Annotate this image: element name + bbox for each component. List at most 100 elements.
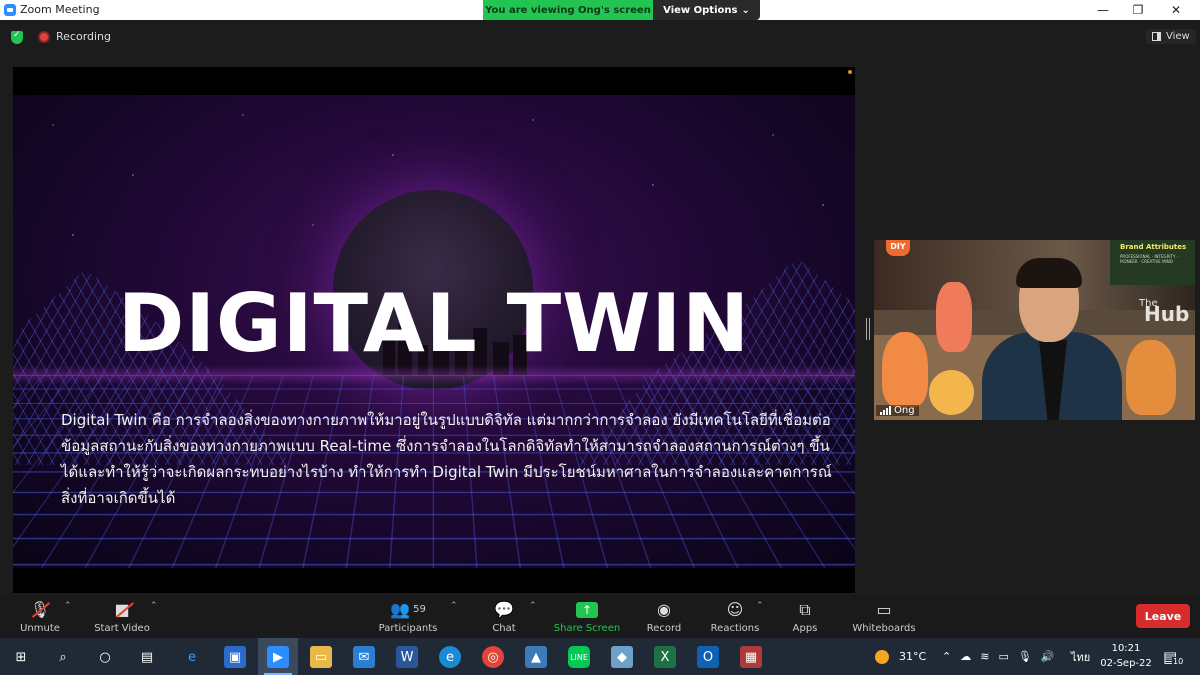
encryption-shield-icon[interactable] <box>11 30 23 44</box>
view-options-button[interactable]: View Options ⌄ <box>653 0 760 20</box>
background-text-hub: Hub <box>1144 302 1190 326</box>
file-explorer-icon[interactable]: ▭ <box>310 646 332 668</box>
close-button[interactable]: ✕ <box>1158 0 1194 20</box>
whiteboards-button[interactable]: ▭ Whiteboards <box>852 595 916 638</box>
photos-icon[interactable]: ▲ <box>525 646 547 668</box>
edge-icon[interactable]: e <box>439 646 461 668</box>
audio-options-chevron-icon[interactable]: ⌃ <box>64 601 72 611</box>
chat-options-chevron-icon[interactable]: ⌃ <box>529 601 537 611</box>
share-banner: You are viewing Ong's screen <box>483 0 653 20</box>
unmute-label: Unmute <box>20 622 60 634</box>
microsoft-store-icon[interactable]: ▣ <box>224 646 246 668</box>
windows-taskbar: ⊞ ⌕ ○ ▤ e ▣ ▶ ▭ ✉ W e ◎ ▲ LINE ◆ X O ▦ 3… <box>0 638 1200 675</box>
maximize-button[interactable]: ❐ <box>1120 0 1156 20</box>
resize-handle[interactable] <box>866 318 870 340</box>
board-title: Brand Attributes <box>1120 243 1187 251</box>
microphone-muted-icon: 🎙 <box>30 600 50 620</box>
search-icon[interactable]: ⌕ <box>52 646 74 668</box>
slide-body-text: Digital Twin คือ การจำลองสิ่งของทางกายภา… <box>61 411 832 507</box>
notes-app-icon[interactable]: ◆ <box>611 646 633 668</box>
chrome-icon[interactable]: ◎ <box>482 646 504 668</box>
share-screen-icon: ↑ <box>576 601 598 618</box>
presenter-indicator <box>848 70 852 74</box>
chevron-down-icon: ⌄ <box>741 4 750 16</box>
share-screen-label: Share Screen <box>553 622 621 634</box>
view-layout-icon <box>1152 32 1161 41</box>
app-title: Zoom Meeting <box>4 3 100 16</box>
mascot-figure <box>936 282 972 352</box>
video-camera-off-icon: ■ <box>114 600 135 620</box>
internet-explorer-icon[interactable]: e <box>181 646 203 668</box>
participants-button[interactable]: 👥 59 Participants <box>378 595 438 638</box>
leave-button[interactable]: Leave <box>1136 604 1190 628</box>
record-dot-icon <box>38 30 50 43</box>
zoom-logo-icon <box>4 3 16 16</box>
presenter-hair <box>1016 258 1082 288</box>
onedrive-icon[interactable]: ☁ <box>960 650 971 663</box>
whiteboard-icon: ▭ <box>876 600 892 619</box>
reactions-options-chevron-icon[interactable]: ⌃ <box>756 601 764 611</box>
show-hidden-icons-chevron-icon[interactable]: ⌃ <box>942 650 951 663</box>
wifi-icon[interactable]: ≋ <box>980 650 989 663</box>
clock-time: 10:21 <box>1111 643 1141 654</box>
weather-widget[interactable]: 31°C <box>875 638 926 675</box>
battery-icon[interactable]: ▭ <box>998 650 1008 663</box>
recording-indicator[interactable]: Recording <box>38 30 111 43</box>
unmute-button[interactable]: 🎙 Unmute <box>18 595 62 638</box>
whiteboards-label: Whiteboards <box>852 622 916 634</box>
mascot-figure <box>929 370 974 415</box>
participants-options-chevron-icon[interactable]: ⌃ <box>450 601 458 611</box>
temperature: 31°C <box>899 650 927 663</box>
notifications-button[interactable]: ▤ 10 <box>1163 638 1185 675</box>
window-title: Zoom Meeting <box>20 3 100 16</box>
window-title-bar: Zoom Meeting You are viewing Ong's scree… <box>0 0 1200 20</box>
recording-label: Recording <box>56 30 112 43</box>
participant-video[interactable]: Brand Attributes PROFESSIONAL · INTEGRIT… <box>874 240 1195 420</box>
reactions-emoji-icon: ☺ <box>726 600 744 619</box>
apps-button[interactable]: ⧉ Apps <box>788 595 822 638</box>
view-button[interactable]: View <box>1146 29 1196 44</box>
chat-label: Chat <box>492 622 516 634</box>
chat-button[interactable]: 💬 Chat <box>487 595 521 638</box>
participants-label: Participants <box>378 622 438 634</box>
line-icon[interactable]: LINE <box>568 646 590 668</box>
winrar-icon[interactable]: ▦ <box>740 646 762 668</box>
cortana-icon[interactable]: ○ <box>94 646 116 668</box>
input-language[interactable]: ไทย <box>1071 638 1090 675</box>
microphone-icon[interactable]: 🎙 <box>1018 650 1032 663</box>
minimize-button[interactable]: — <box>1085 0 1121 20</box>
outlook-icon[interactable]: O <box>697 646 719 668</box>
participants-icon: 👥 59 <box>390 600 426 619</box>
shared-screen: DIGITAL TWIN Digital Twin คือ การจำลองสิ… <box>13 67 855 593</box>
mail-icon[interactable]: ✉ <box>353 646 375 668</box>
record-button[interactable]: ◉ Record <box>644 595 684 638</box>
board-subtitle: PROFESSIONAL · INTEGRITY · PIONEER · CRE… <box>1120 254 1178 264</box>
start-video-button[interactable]: ■ Start Video <box>92 595 152 638</box>
notification-icon: ▤ 10 <box>1163 647 1185 666</box>
windows-start-icon[interactable]: ⊞ <box>10 646 32 668</box>
volume-icon[interactable]: 🔊 <box>1041 650 1055 663</box>
system-clock[interactable]: 10:21 02-Sep-22 <box>1098 641 1154 671</box>
mascot-figure <box>882 332 928 407</box>
slide: DIGITAL TWIN Digital Twin คือ การจำลองสิ… <box>13 95 855 568</box>
share-screen-button[interactable]: ↑ Share Screen <box>553 595 621 638</box>
start-video-label: Start Video <box>94 622 150 634</box>
task-view-icon[interactable]: ▤ <box>136 646 158 668</box>
zoom-taskbar-icon[interactable]: ▶ <box>267 646 289 668</box>
background-logo: DIY <box>886 240 910 256</box>
notification-count: 10 <box>1172 656 1185 666</box>
apps-label: Apps <box>792 622 818 634</box>
meeting-toolbar: 🎙 Unmute ⌃ ■ Start Video ⌃ 👥59 Participa… <box>0 595 1200 638</box>
participants-count: 59 <box>413 604 426 615</box>
word-icon[interactable]: W <box>396 646 418 668</box>
reactions-label: Reactions <box>710 622 760 634</box>
slide-title: DIGITAL TWIN <box>117 277 751 370</box>
participant-name-tag: Ong <box>876 405 919 416</box>
participant-name: Ong <box>894 405 915 416</box>
view-options-label: View Options <box>663 4 738 16</box>
apps-icon: ⧉ <box>799 599 811 619</box>
excel-icon[interactable]: X <box>654 646 676 668</box>
mascot-figure <box>1126 340 1176 415</box>
video-options-chevron-icon[interactable]: ⌃ <box>150 601 158 611</box>
reactions-button[interactable]: ☺ Reactions <box>710 595 760 638</box>
